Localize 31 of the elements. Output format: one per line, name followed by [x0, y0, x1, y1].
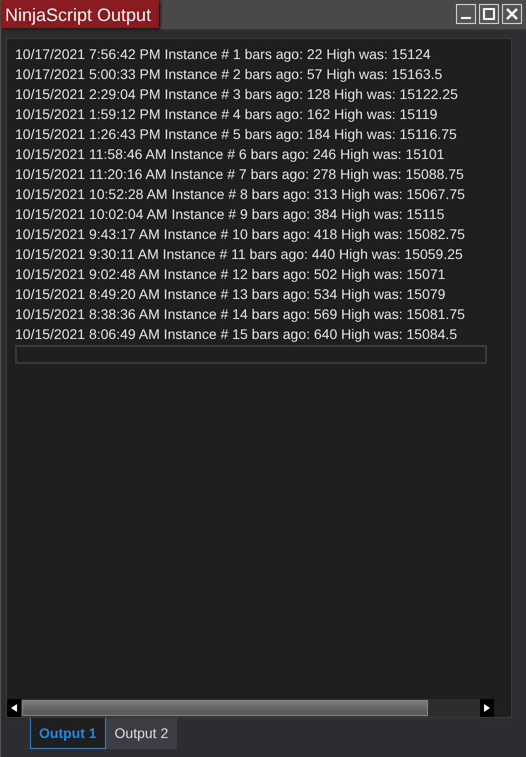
output-line: 10/17/2021 5:00:33 PM Instance # 2 bars ago: 57 High was: 15163.5 — [15, 65, 444, 84]
close-button[interactable] — [502, 4, 522, 24]
output-line: 10/15/2021 9:43:17 AM Instance # 10 bars ago: 418 High was: 15082.75 — [15, 225, 466, 244]
output-line: 10/17/2021 7:56:42 PM Instance # 1 bars ago: 22 High was: 15124 — [15, 45, 432, 64]
left-arrow-icon — [11, 704, 17, 712]
output-tab[interactable]: Output 1 — [30, 718, 106, 749]
scroll-right-button[interactable] — [480, 699, 494, 717]
horizontal-scrollbar[interactable] — [7, 699, 494, 717]
right-arrow-icon — [484, 704, 490, 712]
output-line: 10/15/2021 9:02:48 AM Instance # 12 bars ago: 502 High was: 15071 — [15, 265, 446, 284]
minimize-button[interactable] — [456, 4, 476, 24]
output-line: 10/15/2021 1:26:43 PM Instance # 5 bars ago: 184 High was: 15116.75 — [15, 125, 458, 144]
minimize-icon — [461, 17, 471, 19]
output-line: 10/15/2021 8:49:20 AM Instance # 13 bars ago: 534 High was: 15079 — [15, 285, 446, 304]
output-tab[interactable]: Output 2 — [106, 718, 178, 749]
output-line: 10/15/2021 10:02:04 AM Instance # 9 bars ago: 384 High was: 15115 — [15, 205, 446, 224]
close-icon — [506, 8, 518, 20]
input-field[interactable] — [15, 345, 487, 364]
output-line: 10/15/2021 8:06:49 AM Instance # 15 bars ago: 640 High was: 15084.5 — [15, 325, 458, 344]
output-line: 10/15/2021 2:29:04 PM Instance # 3 bars ago: 128 High was: 15122.25 — [15, 85, 459, 104]
output-line: 10/15/2021 9:30:11 AM Instance # 11 bars ago: 440 High was: 15059.25 — [15, 245, 464, 264]
maximize-icon — [483, 8, 495, 20]
maximize-button[interactable] — [479, 4, 499, 24]
scroll-left-button[interactable] — [7, 699, 21, 717]
scrollbar-thumb[interactable] — [22, 700, 428, 716]
window-title: NinjaScript Output — [1, 0, 160, 28]
output-line: 10/15/2021 11:20:16 AM Instance # 7 bars ago: 278 High was: 15088.75 — [15, 165, 465, 184]
output-line: 10/15/2021 1:59:12 PM Instance # 4 bars ago: 162 High was: 15119 — [15, 105, 438, 124]
output-line: 10/15/2021 11:58:46 AM Instance # 6 bars ago: 246 High was: 15101 — [15, 145, 446, 164]
output-line: 10/15/2021 10:52:28 AM Instance # 8 bars ago: 313 High was: 15067.75 — [15, 185, 466, 204]
output-line: 10/15/2021 8:38:36 AM Instance # 14 bars ago: 569 High was: 15081.75 — [15, 305, 466, 324]
